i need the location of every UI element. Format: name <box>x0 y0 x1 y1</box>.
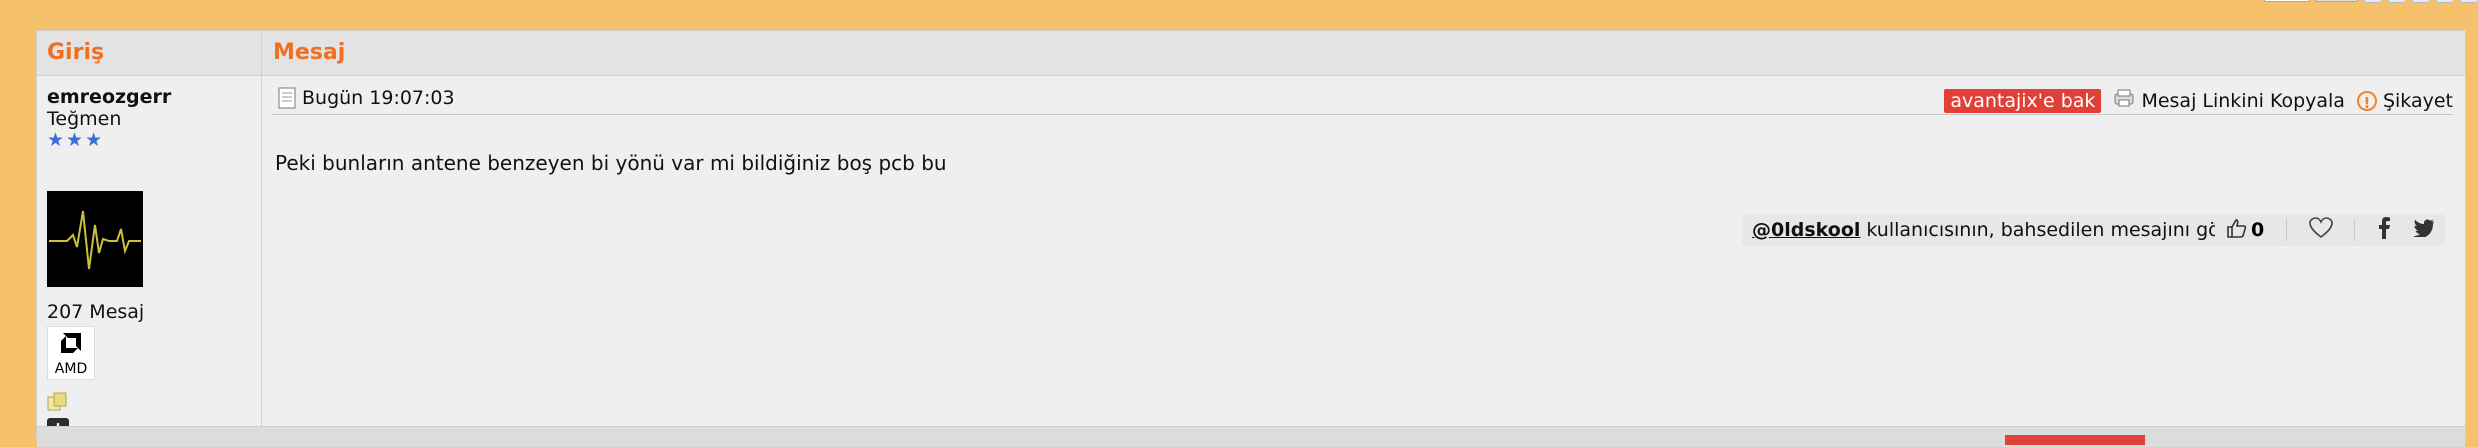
star-icon: ★ <box>47 129 65 151</box>
author-message-count[interactable]: 207 Mesaj <box>47 301 144 323</box>
author-rank: Teğmen <box>47 108 122 130</box>
author-panel: emreozgerr Teğmen ★ ★ ★ 207 Mesaj AMD <box>37 76 261 441</box>
star-icon: ★ <box>66 129 84 151</box>
page-jump-input[interactable] <box>2264 0 2310 2</box>
page-link[interactable] <box>2388 0 2406 3</box>
post-actions: avantajix'e bak Mesaj Linkini Kopyala ! … <box>1944 88 2453 113</box>
next-post-deal-button[interactable] <box>2005 435 2145 445</box>
deal-button[interactable]: avantajix'e bak <box>1944 88 2102 113</box>
like-action[interactable]: 0 <box>2225 217 2264 243</box>
mention-text[interactable]: kullanıcısının, bahsedilen mesajını gör <box>1866 219 2227 241</box>
rank-stars: ★ ★ ★ <box>47 130 102 150</box>
heart-icon[interactable] <box>2308 217 2333 243</box>
twitter-icon[interactable] <box>2412 219 2435 241</box>
page-link[interactable] <box>2436 0 2454 3</box>
page-link[interactable] <box>2412 0 2430 3</box>
author-username[interactable]: emreozgerr <box>47 86 171 108</box>
copy-link-action[interactable]: Mesaj Linkini Kopyala <box>2113 88 2345 113</box>
divider <box>2285 219 2287 241</box>
copy-icon[interactable] <box>47 392 69 416</box>
link-icon <box>2113 88 2135 113</box>
like-count: 0 <box>2251 219 2265 241</box>
report-label: Şikayet <box>2382 89 2453 112</box>
star-icon: ★ <box>85 129 103 151</box>
column-divider <box>261 31 262 441</box>
post-meta-bar: Bugün 19:07:03 avantajix'e bak Mesaj Lin… <box>272 78 2453 115</box>
thumbs-up-icon <box>2225 217 2247 243</box>
facebook-icon[interactable] <box>2377 217 2391 243</box>
amd-badge-label: AMD <box>54 361 88 377</box>
quoted-mention[interactable]: @0ldskool kullanıcısının, bahsedilen mes… <box>1742 214 2238 246</box>
page-jump-button[interactable] <box>2316 0 2358 2</box>
warning-icon: ! <box>2356 90 2377 112</box>
post-timestamp[interactable]: Bugün 19:07:03 <box>302 87 455 109</box>
divider <box>2354 219 2356 241</box>
document-icon <box>278 87 296 113</box>
header-giris: Giriş <box>47 40 105 65</box>
report-action[interactable]: ! Şikayet <box>2356 89 2453 112</box>
page-link[interactable] <box>2364 0 2382 3</box>
page-link[interactable] <box>2460 0 2478 3</box>
table-header: Giriş Mesaj <box>37 31 2465 76</box>
header-mesaj: Mesaj <box>273 40 346 65</box>
copy-link-label: Mesaj Linkini Kopyala <box>2141 89 2345 112</box>
amd-badge: AMD <box>47 326 95 380</box>
pagination-bar <box>2264 0 2478 3</box>
reaction-bar: 0 <box>2215 214 2445 246</box>
amd-logo-icon <box>61 333 81 353</box>
post-body: Peki bunların antene benzeyen bi yönü va… <box>275 151 947 175</box>
mention-username[interactable]: @0ldskool <box>1752 219 1860 241</box>
avatar[interactable] <box>47 191 143 287</box>
post-table: Giriş Mesaj emreozgerr Teğmen ★ ★ ★ 207 … <box>36 30 2466 447</box>
